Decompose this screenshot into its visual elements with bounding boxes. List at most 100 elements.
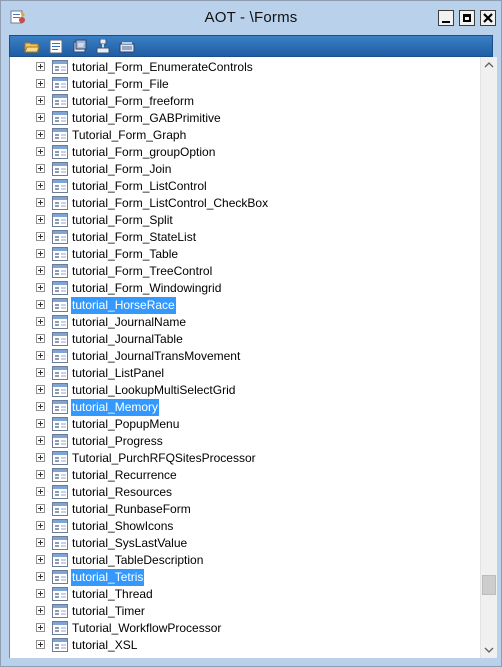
expand-plus-icon[interactable] [36, 453, 45, 462]
open-icon[interactable] [24, 39, 40, 54]
tree-item[interactable]: tutorial_JournalTable [10, 331, 481, 348]
tree-item-label: tutorial_Tetris [71, 569, 145, 586]
expand-plus-icon[interactable] [36, 487, 45, 496]
scroll-thumb[interactable] [482, 575, 496, 595]
chevron-up-icon [484, 62, 494, 68]
expand-plus-icon[interactable] [36, 521, 45, 530]
expand-plus-icon[interactable] [36, 62, 45, 71]
title-bar[interactable]: AOT - \Forms [1, 1, 501, 35]
expand-plus-icon[interactable] [36, 283, 45, 292]
tree-item[interactable]: tutorial_Form_ListControl [10, 178, 481, 195]
tree-item-label: tutorial_PopupMenu [72, 417, 180, 431]
properties-icon[interactable] [48, 39, 64, 54]
tree-item[interactable]: tutorial_Form_freeform [10, 93, 481, 110]
tree-item[interactable]: tutorial_Recurrence [10, 467, 481, 484]
find-icon[interactable] [119, 39, 135, 54]
tree-item[interactable]: tutorial_RunbaseForm [10, 501, 481, 518]
tree-item[interactable]: tutorial_Form_EnumerateControls [10, 59, 481, 76]
expand-plus-icon[interactable] [36, 79, 45, 88]
expand-plus-icon[interactable] [36, 147, 45, 156]
compile-icon[interactable] [72, 39, 88, 54]
tree-item[interactable]: tutorial_JournalName [10, 314, 481, 331]
expand-plus-icon[interactable] [36, 249, 45, 258]
form-icon [52, 128, 68, 142]
expand-plus-icon[interactable] [36, 351, 45, 360]
expand-plus-icon[interactable] [36, 402, 45, 411]
form-icon [52, 383, 68, 397]
expand-plus-icon[interactable] [36, 113, 45, 122]
tree-item-label: tutorial_Form_Split [72, 213, 173, 227]
tree-item-label: tutorial_Form_groupOption [72, 145, 216, 159]
tree-item[interactable]: tutorial_Form_Join [10, 161, 481, 178]
expand-plus-icon[interactable] [36, 164, 45, 173]
tree-item[interactable]: tutorial_LookupMultiSelectGrid [10, 382, 481, 399]
expand-plus-icon[interactable] [36, 572, 45, 581]
tree-item[interactable]: tutorial_Thread [10, 586, 481, 603]
expand-plus-icon[interactable] [36, 589, 45, 598]
maximize-icon[interactable] [459, 10, 475, 26]
import-icon[interactable] [95, 39, 111, 54]
form-icon [52, 366, 68, 380]
minimize-icon[interactable] [438, 10, 454, 26]
expand-plus-icon[interactable] [36, 470, 45, 479]
tree-item[interactable]: tutorial_SysLastValue [10, 535, 481, 552]
expand-plus-icon[interactable] [36, 266, 45, 275]
forms-tree[interactable]: tutorial_Form_EnumerateControls tutorial_… [9, 57, 481, 658]
expand-plus-icon[interactable] [36, 334, 45, 343]
expand-plus-icon[interactable] [36, 198, 45, 207]
tree-item[interactable]: tutorial_TableDescription [10, 552, 481, 569]
expand-plus-icon[interactable] [36, 181, 45, 190]
scroll-down-button[interactable] [481, 641, 497, 658]
tree-item[interactable]: tutorial_HorseRace [10, 297, 481, 314]
tree-item[interactable]: tutorial_Timer [10, 603, 481, 620]
tree-item[interactable]: tutorial_Form_groupOption [10, 144, 481, 161]
expand-plus-icon[interactable] [36, 232, 45, 241]
tree-item-label: tutorial_LookupMultiSelectGrid [72, 383, 236, 397]
tree-item[interactable]: Tutorial_WorkflowProcessor [10, 620, 481, 637]
tree-item-label: tutorial_Form_Table [72, 247, 179, 261]
tree-item[interactable]: tutorial_Form_Table [10, 246, 481, 263]
tree-item[interactable]: tutorial_Tetris [10, 569, 481, 586]
expand-plus-icon[interactable] [36, 419, 45, 428]
tree-item[interactable]: tutorial_PopupMenu [10, 416, 481, 433]
form-icon [52, 281, 68, 295]
tree-item[interactable]: tutorial_Memory [10, 399, 481, 416]
expand-plus-icon[interactable] [36, 215, 45, 224]
tree-item[interactable]: tutorial_Progress [10, 433, 481, 450]
expand-plus-icon[interactable] [36, 623, 45, 632]
vertical-scrollbar[interactable] [480, 57, 497, 658]
tree-item-label: tutorial_Recurrence [72, 468, 177, 482]
expand-plus-icon[interactable] [36, 96, 45, 105]
expand-plus-icon[interactable] [36, 130, 45, 139]
tree-item[interactable]: tutorial_ListPanel [10, 365, 481, 382]
expand-plus-icon[interactable] [36, 300, 45, 309]
tree-item[interactable]: tutorial_Resources [10, 484, 481, 501]
tree-item[interactable]: Tutorial_PurchRFQSitesProcessor [10, 450, 481, 467]
tree-item[interactable]: tutorial_Form_File [10, 76, 481, 93]
form-icon [52, 264, 68, 278]
expand-plus-icon[interactable] [36, 640, 45, 649]
tree-item[interactable]: tutorial_Form_ListControl_CheckBox [10, 195, 481, 212]
close-icon[interactable] [480, 10, 496, 26]
tree-item[interactable]: tutorial_XSL [10, 637, 481, 654]
tree-item-label: Tutorial_Form_Graph [72, 128, 187, 142]
tree-item[interactable]: tutorial_Form_Windowingrid [10, 280, 481, 297]
tree-item[interactable]: tutorial_Form_Split [10, 212, 481, 229]
expand-plus-icon[interactable] [36, 317, 45, 326]
form-icon [52, 77, 68, 91]
tree-item[interactable]: Tutorial_Form_Graph [10, 127, 481, 144]
expand-plus-icon[interactable] [36, 606, 45, 615]
expand-plus-icon[interactable] [36, 538, 45, 547]
tree-item[interactable]: tutorial_JournalTransMovement [10, 348, 481, 365]
expand-plus-icon[interactable] [36, 504, 45, 513]
tree-item-label: Tutorial_WorkflowProcessor [72, 621, 222, 635]
expand-plus-icon[interactable] [36, 368, 45, 377]
expand-plus-icon[interactable] [36, 555, 45, 564]
expand-plus-icon[interactable] [36, 385, 45, 394]
tree-item[interactable]: tutorial_ShowIcons [10, 518, 481, 535]
tree-item[interactable]: tutorial_Form_StateList [10, 229, 481, 246]
scroll-up-button[interactable] [481, 57, 497, 74]
expand-plus-icon[interactable] [36, 436, 45, 445]
tree-item[interactable]: tutorial_Form_TreeControl [10, 263, 481, 280]
tree-item[interactable]: tutorial_Form_GABPrimitive [10, 110, 481, 127]
